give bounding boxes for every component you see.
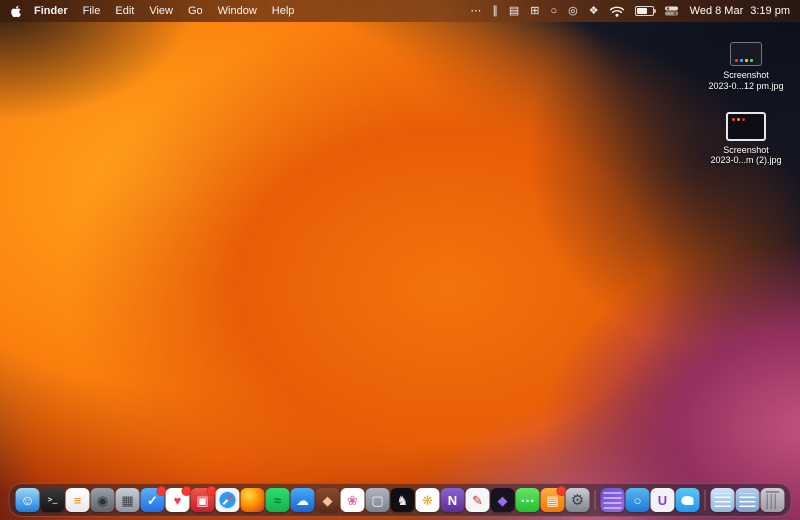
- dock-separator: [704, 490, 706, 510]
- onenote-icon[interactable]: N: [440, 488, 465, 512]
- u-app-glyph: U: [657, 492, 668, 508]
- butterfly-app-icon[interactable]: ❀: [340, 488, 365, 512]
- tasks-glyph: ✓: [147, 492, 158, 508]
- file-label: Screenshot 2023-0...m (2).jpg: [710, 144, 782, 166]
- shortcuts-icon[interactable]: ❖: [589, 5, 599, 17]
- obsidian-icon[interactable]: ◆: [490, 488, 515, 512]
- desktop-files: Screenshot 2023-0...12 pm.jpg Screenshot 20…: [704, 42, 788, 166]
- menu-bar: Finder File Edit View Go Window Help ⋯ ∥ ▤ ⊞ …: [0, 0, 800, 22]
- menu-active-app[interactable]: Finder: [34, 5, 68, 17]
- mission-control-icon[interactable]: ▦: [115, 488, 140, 512]
- maroon-app-glyph: ◆: [322, 492, 333, 508]
- firefox-icon[interactable]: [240, 488, 265, 512]
- menu-items: File Edit View Go Window Help: [83, 5, 310, 17]
- window-app-icon[interactable]: ▢: [365, 488, 390, 512]
- tasks-app-icon[interactable]: ✓: [140, 486, 167, 512]
- window-app-glyph: ▢: [371, 492, 384, 508]
- twitter-icon[interactable]: [675, 488, 700, 512]
- menu-go[interactable]: Go: [188, 5, 203, 17]
- messages-icon[interactable]: …: [515, 488, 540, 512]
- safari-icon[interactable]: [215, 488, 240, 512]
- terminal-glyph: >_: [47, 495, 58, 504]
- messages-glyph: …: [520, 488, 535, 506]
- trash-icon[interactable]: [760, 488, 785, 512]
- terminal-icon[interactable]: >_: [40, 488, 65, 512]
- display-icon[interactable]: ⊞: [530, 5, 539, 17]
- blue-app-icon[interactable]: ○: [625, 488, 650, 512]
- dock-separator: [594, 490, 596, 510]
- minimized-window-thumbnail[interactable]: [600, 488, 625, 512]
- menu-help[interactable]: Help: [272, 5, 295, 17]
- orange-app-icon[interactable]: ▤: [540, 486, 567, 512]
- file-thumbnail: [726, 111, 766, 141]
- cloud-app-icon[interactable]: ☁: [290, 488, 315, 512]
- music-glyph: ♥: [173, 492, 182, 508]
- battery-fill: [636, 8, 647, 14]
- photos-glyph: ❋: [422, 492, 433, 508]
- menu-bar-status-area: ⋯ ∥ ▤ ⊞ ○ ◎ ❖ Wed 8 Mar 3:19 pm: [459, 5, 790, 17]
- onenote-glyph: N: [447, 492, 458, 508]
- wifi-icon[interactable]: [609, 6, 624, 17]
- orange-app-glyph: ▤: [546, 492, 559, 508]
- maroon-app-icon[interactable]: ◆: [315, 488, 340, 512]
- menu-file[interactable]: File: [83, 5, 101, 17]
- dock-icons: ☺ >_ ≡ ◉ ▦ ✓ ♥ ▣ ≈ ☁ ◆ ❀ ▢ ♞ ❋ N ✎ ◆ … ▤ ⚙ ○ U: [15, 486, 785, 512]
- menu-bar-clock[interactable]: Wed 8 Mar 3:19 pm: [690, 5, 790, 17]
- menu-edit[interactable]: Edit: [115, 5, 134, 17]
- obsidian-glyph: ◆: [497, 492, 508, 508]
- wallpaper: [0, 0, 800, 520]
- books-icon[interactable]: ≡: [65, 488, 90, 512]
- desktop-file-screenshot-2[interactable]: Screenshot 2023-0...m (2).jpg: [704, 111, 788, 167]
- photo-booth-icon[interactable]: ◉: [90, 488, 115, 512]
- photos-icon[interactable]: ❋: [415, 488, 440, 512]
- dock: ☺ >_ ≡ ◉ ▦ ✓ ♥ ▣ ≈ ☁ ◆ ❀ ▢ ♞ ❋ N ✎ ◆ … ▤ ⚙ ○ U: [8, 483, 792, 517]
- finder-glyph: ☺: [20, 492, 35, 508]
- pause-icon[interactable]: ∥: [492, 5, 498, 17]
- notability-icon[interactable]: ✎: [465, 488, 490, 512]
- menu-window[interactable]: Window: [218, 5, 257, 17]
- battery-icon[interactable]: [634, 6, 656, 16]
- clock-time: 3:19 pm: [750, 5, 790, 17]
- cloud-glyph: ☁: [296, 492, 309, 508]
- file-thumbnail: [730, 42, 762, 66]
- notability-glyph: ✎: [472, 492, 483, 508]
- clock-date: Wed 8 Mar: [689, 5, 744, 17]
- menu-bar-left: Finder File Edit View Go Window Help: [10, 5, 309, 18]
- focus-icon[interactable]: ◎: [568, 5, 578, 17]
- butterfly-glyph: ❀: [347, 492, 358, 508]
- file-label: Screenshot 2023-0...12 pm.jpg: [708, 70, 784, 91]
- settings-glyph: ⚙: [570, 491, 585, 509]
- desktop-screen: Finder File Edit View Go Window Help ⋯ ∥ ▤ ⊞ …: [0, 0, 800, 520]
- photo-booth-glyph: ◉: [96, 492, 109, 508]
- documents-folder-icon[interactable]: [735, 488, 760, 512]
- finder-icon[interactable]: ☺: [15, 488, 40, 512]
- figure-app-glyph: ♞: [396, 492, 409, 508]
- dark-figure-app-icon[interactable]: ♞: [390, 488, 415, 512]
- battery-body: [634, 6, 656, 16]
- desktop-file-screenshot-1[interactable]: Screenshot 2023-0...12 pm.jpg: [704, 42, 788, 92]
- books-glyph: ≡: [73, 492, 82, 508]
- screen-record-icon[interactable]: ○: [551, 5, 558, 17]
- red-app-icon[interactable]: ▣: [190, 486, 217, 512]
- u-app-icon[interactable]: U: [650, 488, 675, 512]
- red-app-glyph: ▣: [196, 492, 209, 508]
- music-icon[interactable]: ♥: [165, 486, 192, 512]
- more-status-icon[interactable]: ⋯: [470, 5, 481, 17]
- stage-manager-icon[interactable]: ▤: [509, 5, 519, 17]
- control-center-icon[interactable]: [664, 6, 678, 16]
- apple-menu-icon[interactable]: [10, 5, 22, 18]
- downloads-folder-icon[interactable]: [710, 488, 735, 512]
- spotify-icon[interactable]: ≈: [265, 488, 290, 512]
- blue-app-glyph: ○: [633, 492, 642, 508]
- menu-view[interactable]: View: [149, 5, 173, 17]
- spotify-glyph: ≈: [273, 492, 282, 508]
- system-settings-icon[interactable]: ⚙: [565, 488, 590, 512]
- mission-control-glyph: ▦: [121, 492, 134, 508]
